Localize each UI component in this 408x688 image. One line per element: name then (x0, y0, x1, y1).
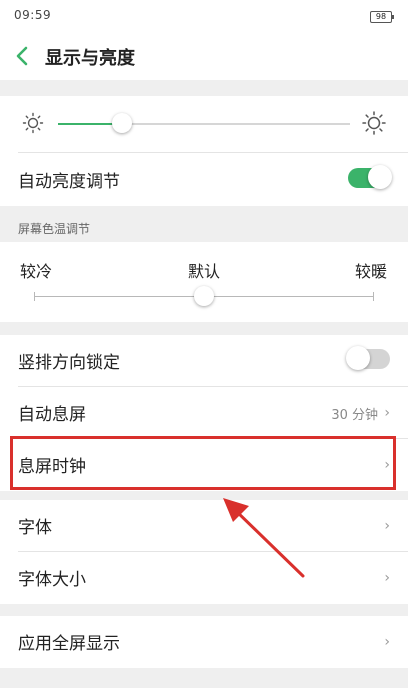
sun-small-icon (22, 112, 44, 134)
color-temp-section (0, 242, 408, 322)
status-bar: 09:59 98 (0, 0, 408, 34)
color-temp-slider-knob[interactable] (194, 286, 214, 306)
brightness-slider-knob[interactable] (112, 113, 133, 133)
brightness-section: 自动亮度调节 (0, 96, 408, 206)
portrait-lock-row[interactable]: 竖排方向锁定 (0, 335, 408, 387)
chevron-right-icon: › (384, 405, 390, 421)
annotation-arrow-icon (223, 498, 305, 578)
auto-sleep-row[interactable]: 自动息屏 30 分钟 › (0, 387, 408, 439)
fullscreen-label: 应用全屏显示 (18, 634, 120, 654)
auto-brightness-label: 自动亮度调节 (18, 172, 120, 192)
auto-brightness-row[interactable]: 自动亮度调节 (0, 154, 408, 206)
toggle-knob (346, 346, 370, 370)
font-label: 字体 (18, 518, 52, 538)
chevron-right-icon: › (384, 634, 390, 650)
header: 显示与亮度 (0, 34, 408, 80)
divider (18, 152, 408, 153)
brightness-slider[interactable] (58, 113, 350, 133)
battery-icon: 98 (370, 11, 394, 23)
sun-large-icon (362, 111, 386, 135)
font-row[interactable]: 字体 › (0, 500, 408, 552)
page-title: 显示与亮度 (45, 48, 135, 69)
color-temp-caption: 屏幕色温调节 (18, 222, 91, 236)
slider-tick-left (34, 292, 35, 301)
chevron-right-icon: › (384, 570, 390, 586)
temp-cool-label: 较冷 (20, 262, 53, 281)
fullscreen-row[interactable]: 应用全屏显示 › (0, 616, 408, 668)
back-icon[interactable] (14, 45, 30, 67)
auto-brightness-toggle[interactable] (348, 165, 392, 189)
color-temp-slider[interactable] (34, 286, 374, 306)
temp-default-label: 默认 (188, 262, 221, 281)
portrait-lock-label: 竖排方向锁定 (18, 353, 120, 373)
toggle-knob (368, 165, 392, 189)
settings-group-font: 字体 › 字体大小 › (0, 500, 408, 604)
font-size-label: 字体大小 (18, 570, 86, 590)
portrait-lock-toggle[interactable] (346, 346, 390, 370)
auto-sleep-label: 自动息屏 (18, 405, 86, 425)
temp-warm-label: 较暖 (355, 262, 388, 281)
chevron-right-icon: › (384, 518, 390, 534)
font-size-row[interactable]: 字体大小 › (0, 552, 408, 604)
auto-sleep-value: 30 分钟 (331, 408, 378, 423)
slider-tick-right (373, 292, 374, 301)
status-time: 09:59 (14, 8, 52, 22)
highlight-box (10, 436, 396, 490)
settings-group-fullscreen: 应用全屏显示 › (0, 616, 408, 668)
